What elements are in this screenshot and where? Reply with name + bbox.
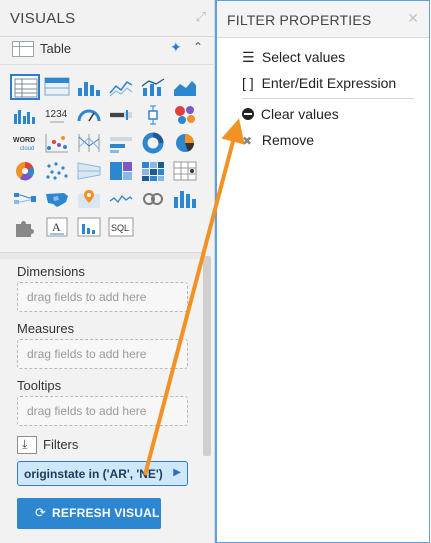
select-values-item[interactable]: ☰ Select values [242, 49, 345, 66]
interactive-map-icon[interactable] [74, 186, 104, 212]
shelf-divider [0, 252, 203, 259]
visuals-panel-title: VISUALS [10, 10, 76, 27]
dimensions-drop-zone[interactable]: drag fields to add here [17, 282, 188, 312]
measures-label: Measures [17, 321, 75, 336]
sql-icon-text: SQL [111, 223, 129, 233]
list-icon: ☰ [242, 49, 255, 65]
measures-placeholder: drag fields to add here [27, 347, 147, 361]
kpi-icon-text: 1234 [45, 109, 68, 120]
sparklines-icon[interactable] [106, 186, 136, 212]
area-chart-icon[interactable] [170, 74, 200, 100]
extension-icon[interactable] [10, 214, 40, 240]
expand-icon[interactable]: ⤢ [196, 9, 206, 25]
visual-type-label: Table [40, 41, 72, 56]
remove-label: Remove [261, 132, 315, 148]
dimensions-label: Dimensions [17, 264, 85, 279]
network-icon[interactable] [42, 158, 72, 184]
select-values-label: Select values [261, 49, 346, 65]
bullet-icon[interactable] [106, 102, 136, 128]
chevron-up-icon[interactable]: ⌃ [193, 40, 203, 54]
kpi-icon[interactable]: 1234 [42, 102, 72, 128]
minus-circle-icon [242, 108, 254, 120]
filter-properties-panel: FILTER PROPERTIES ✕ ☰ Select values [ ] … [215, 0, 430, 543]
filter-chip-text: originstate in ('AR', 'NE') [24, 467, 163, 481]
cross-tab-icon[interactable] [42, 74, 72, 100]
grouped-bars-icon[interactable] [10, 102, 40, 128]
table-type-icon [12, 41, 34, 57]
table-icon[interactable] [10, 74, 40, 100]
gauge-icon[interactable] [74, 102, 104, 128]
rich-text-icon[interactable]: A [42, 214, 72, 240]
svg-text:WORD: WORD [13, 137, 35, 144]
box-plot-icon[interactable] [138, 102, 168, 128]
enter-edit-expression-item[interactable]: [ ] Enter/Edit Expression [242, 75, 396, 91]
brackets-icon: [ ] [242, 75, 254, 91]
filters-download-icon[interactable]: ⤓ [17, 436, 37, 454]
tooltips-drop-zone[interactable]: drag fields to add here [17, 396, 188, 426]
menu-separator [242, 98, 414, 99]
filter-properties-title: FILTER PROPERTIES [227, 12, 372, 28]
refresh-visual-label: REFRESH VISUAL [52, 506, 160, 520]
refresh-icon: ⟳ [35, 505, 46, 520]
measures-drop-zone[interactable]: drag fields to add here [17, 339, 188, 369]
rich-text-icon-text: A [52, 220, 61, 234]
packed-bubbles-icon[interactable] [170, 102, 200, 128]
treemap-icon[interactable] [106, 158, 136, 184]
clear-values-label: Clear values [260, 106, 339, 122]
scrollbar[interactable] [203, 256, 211, 456]
heatmap-icon[interactable] [138, 158, 168, 184]
close-icon[interactable]: ✕ [407, 10, 419, 27]
trellis-bars-icon[interactable] [170, 186, 200, 212]
remove-item[interactable]: ✖ Remove [242, 132, 314, 148]
bar-chart-icon[interactable] [74, 74, 104, 100]
refresh-visual-button[interactable]: ⟳ REFRESH VISUAL [17, 498, 161, 529]
sql-icon[interactable]: SQL [106, 214, 136, 240]
us-map-icon[interactable] [42, 186, 72, 212]
filter-properties-header: FILTER PROPERTIES ✕ [217, 1, 429, 38]
pie-icon[interactable] [170, 130, 200, 156]
visuals-panel-header: VISUALS ⤢ [0, 0, 214, 37]
filter-chip[interactable]: originstate in ('AR', 'NE') ▶ [17, 461, 188, 486]
flow-icon[interactable] [10, 186, 40, 212]
enter-edit-expression-label: Enter/Edit Expression [261, 75, 397, 91]
histogram-icon[interactable] [106, 130, 136, 156]
dimensions-placeholder: drag fields to add here [27, 290, 147, 304]
close-x-icon: ✖ [242, 134, 253, 148]
line-chart-icon[interactable] [106, 74, 136, 100]
scatter-icon[interactable] [42, 130, 72, 156]
funnel-icon[interactable] [74, 158, 104, 184]
tooltips-placeholder: drag fields to add here [27, 404, 147, 418]
field-statistics-icon[interactable] [74, 214, 104, 240]
chord-icon[interactable] [138, 186, 168, 212]
tooltips-label: Tooltips [17, 378, 62, 393]
donut-icon[interactable] [138, 130, 168, 156]
calendar-heatmap-icon[interactable] [170, 158, 200, 184]
parallel-coordinates-icon[interactable] [74, 130, 104, 156]
clear-values-item[interactable]: Clear values [242, 106, 339, 122]
radial-icon[interactable] [10, 158, 40, 184]
explore-visuals-icon[interactable]: ✦ [170, 39, 182, 56]
combo-bar-line-icon[interactable] [138, 74, 168, 100]
caret-right-icon[interactable]: ▶ [173, 467, 181, 478]
svg-text:cloud: cloud [20, 146, 34, 152]
word-cloud-icon[interactable]: WORD cloud [10, 130, 40, 156]
filters-label: Filters [43, 437, 79, 452]
visuals-panel: VISUALS ⤢ Table ✦ ⌃ 1234 WORD cloud A SQ… [0, 0, 215, 543]
